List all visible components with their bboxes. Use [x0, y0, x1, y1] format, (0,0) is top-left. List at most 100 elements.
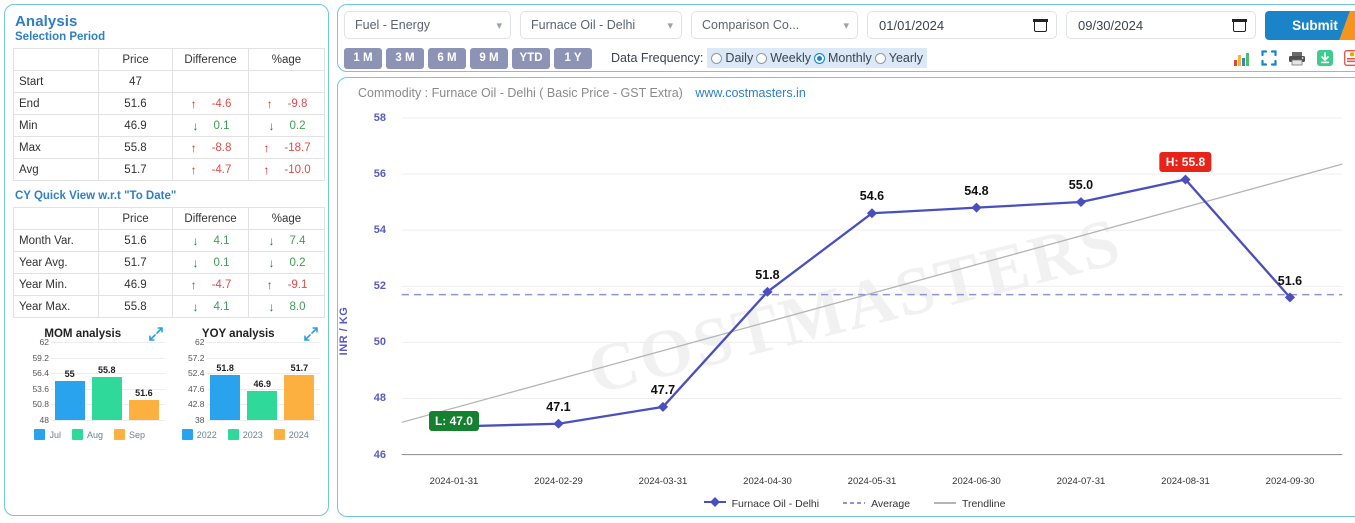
mini-bar[interactable]: [54, 381, 85, 420]
y-axis-tick: 56: [373, 167, 386, 180]
from-date-input[interactable]: 01/01/2024: [867, 11, 1057, 39]
mini-legend-item[interactable]: Sep: [114, 429, 145, 440]
mini-legend-item[interactable]: Jul: [34, 429, 61, 440]
period-button-1y[interactable]: 1 Y: [554, 47, 592, 69]
row-price: 51.6: [98, 92, 173, 115]
export-icon[interactable]: [1344, 50, 1355, 66]
period-button-ytd[interactable]: YTD: [512, 47, 550, 69]
chart-legend-item[interactable]: Average: [843, 498, 910, 510]
trend-arrow-icon: ↑: [263, 162, 270, 177]
mini-bar-column[interactable]: 51.8: [210, 342, 241, 420]
table-row: Min 46.9 ↓ 0.1 ↓ 0.2: [13, 114, 325, 137]
mini-bar-column[interactable]: 51.6: [128, 342, 159, 420]
row-pctage: ↑ -9.1: [248, 273, 325, 296]
col-header-blank: [13, 48, 99, 71]
calendar-icon[interactable]: [1232, 18, 1247, 32]
period-button-9m[interactable]: 9 M: [470, 47, 508, 69]
period-button-3m[interactable]: 3 M: [386, 47, 424, 69]
legend-swatch: [71, 429, 83, 440]
period-button-6m[interactable]: 6 M: [428, 47, 466, 69]
row-price: 55.8: [98, 136, 173, 159]
to-date-input[interactable]: 09/30/2024: [1066, 11, 1256, 39]
mini-legend-item[interactable]: 2022: [181, 429, 217, 440]
period-button-1m[interactable]: 1 M: [344, 47, 382, 69]
calendar-icon[interactable]: [1033, 18, 1048, 32]
download-icon[interactable]: [1317, 50, 1333, 66]
radio-button[interactable]: [874, 52, 886, 64]
y-axis-tick: 54: [373, 224, 386, 237]
row-price: 55.8: [98, 295, 173, 318]
mini-bar-column[interactable]: 46.9: [247, 342, 278, 420]
table-row: Avg 51.7 ↑ -4.7 ↑ -10.0: [13, 158, 325, 181]
x-axis-tick: 2024-06-30: [952, 476, 1001, 488]
trend-arrow-icon: ↓: [192, 118, 199, 133]
mini-plot: 62 57.2 52.4 47.6 42.8 38 51.8 46.9 51.7: [171, 337, 320, 425]
expand-icon[interactable]: [304, 327, 318, 341]
frequency-option-weekly[interactable]: Weekly: [756, 51, 811, 65]
chart-legend-item[interactable]: Trendline: [934, 498, 1005, 510]
frequency-radio-group: Daily Weekly Monthly Yearly: [707, 48, 928, 68]
mini-bar-label: 51.7: [290, 363, 309, 374]
mini-bar[interactable]: [210, 375, 241, 420]
frequency-option-daily[interactable]: Daily: [711, 51, 753, 65]
trend-arrow-icon: ↓: [268, 233, 275, 248]
mini-bar-label: 55: [64, 369, 75, 379]
mini-bar[interactable]: [128, 399, 159, 420]
radio-button[interactable]: [756, 52, 768, 64]
mini-legend-item[interactable]: Aug: [71, 429, 103, 440]
category-select[interactable]: Fuel - Energy ▾: [344, 11, 511, 39]
mini-ytick: 59.2: [32, 352, 49, 363]
x-axis-tick: 2024-09-30: [1265, 476, 1315, 488]
row-label: Start: [13, 70, 99, 93]
frequency-option-yearly[interactable]: Yearly: [874, 51, 923, 65]
legend-marker-icon: [843, 498, 866, 510]
trend-arrow-icon: ↓: [268, 118, 275, 133]
frequency-option-monthly[interactable]: Monthly: [813, 51, 872, 65]
mini-bar-column[interactable]: 55.8: [91, 342, 122, 420]
mini-legend-item[interactable]: 2023: [227, 429, 263, 440]
chart-header: Commodity : Furnace Oil - Delhi ( Basic …: [346, 84, 1355, 100]
row-label: Year Min.: [13, 273, 99, 296]
trend-arrow-icon: ↑: [266, 96, 273, 111]
mini-bar[interactable]: [284, 375, 315, 420]
commodity-select-value: Furnace Oil - Delhi: [531, 18, 636, 32]
radio-label: Weekly: [770, 51, 811, 65]
mini-bar-column[interactable]: 51.7: [284, 342, 315, 420]
expand-icon[interactable]: [148, 327, 163, 341]
chart-legend-item[interactable]: Furnace Oil - Delhi: [703, 497, 819, 510]
fullscreen-icon[interactable]: [1261, 50, 1277, 66]
mini-chart-mom: MOM analysis 62 59.2 56.4 53.6 50.8 48 55 55.8 51…: [15, 327, 165, 440]
data-point-label: 51.6: [1277, 273, 1303, 288]
cy-quick-view-table: Price Difference %age Month Var. 51.6 ↓ 4.1…: [13, 207, 325, 318]
mini-bar[interactable]: [247, 391, 278, 420]
bar-chart-icon[interactable]: [1233, 51, 1250, 66]
col-header-pctage: %age: [248, 207, 325, 230]
commodity-select[interactable]: Furnace Oil - Delhi ▾: [520, 11, 682, 39]
mini-bar[interactable]: [91, 376, 122, 420]
row-pctage: ↓ 7.4: [248, 229, 325, 252]
comparison-select[interactable]: Comparison Co... ▾: [691, 11, 858, 39]
data-point-label: 54.8: [964, 183, 989, 198]
mini-bars: 51.8 46.9 51.7: [207, 342, 319, 420]
table-row: End 51.6 ↑ -4.6 ↑ -9.8: [13, 92, 325, 115]
legend-label: 2022: [196, 429, 217, 440]
row-difference: ↓ 0.1: [172, 251, 249, 274]
mini-bar-label: 51.8: [216, 363, 234, 374]
submit-button-label: Submit: [1292, 17, 1338, 33]
period-button-group: 1 M3 M6 M9 M YTD 1 Y: [344, 47, 592, 69]
table-header-row: Price Difference %age: [13, 207, 325, 230]
trend-arrow-icon: ↑: [263, 140, 270, 155]
mini-ytick: 52.4: [187, 368, 205, 379]
radio-button[interactable]: [813, 52, 825, 64]
mini-bar-column[interactable]: 55: [54, 342, 85, 420]
submit-button[interactable]: Submit: [1265, 10, 1355, 40]
costmasters-link[interactable]: www.costmasters.in: [695, 86, 805, 100]
row-difference: ↓ 4.1: [172, 229, 249, 252]
legend-label: Jul: [49, 429, 61, 440]
trend-arrow-icon: ↓: [192, 255, 199, 270]
print-icon[interactable]: [1288, 51, 1306, 66]
radio-button[interactable]: [711, 52, 723, 64]
mini-legend-item[interactable]: 2024: [273, 429, 309, 440]
chart-commodity-text: Commodity : Furnace Oil - Delhi ( Basic …: [358, 86, 683, 100]
mini-y-axis: 62 57.2 52.4 47.6 42.8 38: [171, 337, 205, 425]
